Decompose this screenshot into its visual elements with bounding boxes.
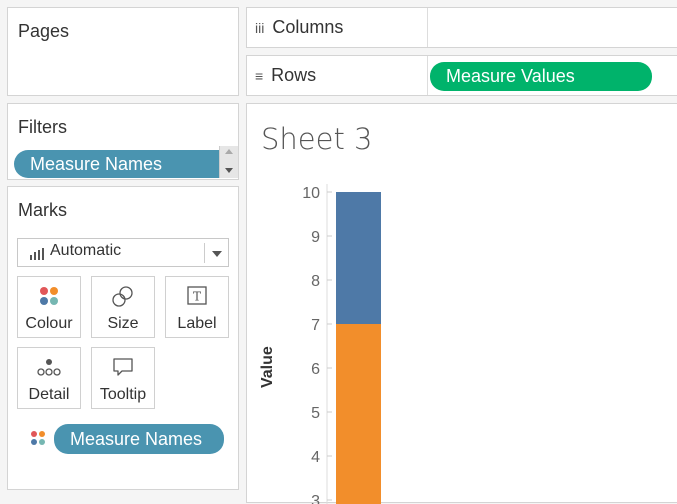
rows-label: Rows <box>271 65 317 85</box>
bar-chart-icon <box>30 248 44 260</box>
size-icon <box>112 286 133 307</box>
detail-icon <box>37 359 61 376</box>
chevron-down-icon[interactable] <box>212 251 222 257</box>
size-button[interactable]: Size <box>91 276 155 338</box>
bar-segment-1[interactable] <box>336 192 381 324</box>
tooltip-label: Tooltip <box>99 386 147 403</box>
pages-title: Pages <box>18 21 70 41</box>
y-tick-label: 4 <box>311 449 320 466</box>
y-tick-label: 10 <box>302 185 320 202</box>
rows-icon: ≡ <box>255 67 264 84</box>
colour-label: Colour <box>25 315 73 332</box>
pages-panel[interactable]: Pages <box>7 7 239 96</box>
marks-title: Marks <box>18 200 67 220</box>
y-tick-label: 6 <box>311 361 320 378</box>
bar-segment-0[interactable] <box>336 324 381 504</box>
mark-type-dropdown[interactable]: Automatic <box>17 238 229 267</box>
label-label: Label <box>177 315 217 332</box>
y-tick-label: 8 <box>311 273 320 290</box>
filter-scrollbar[interactable] <box>219 146 238 178</box>
detail-label: Detail <box>28 386 70 403</box>
label-button[interactable]: T Label <box>165 276 229 338</box>
sheet-canvas: Sheet 3 10 9 8 7 6 5 4 3 Value <box>246 103 677 504</box>
filters-title: Filters <box>18 117 67 137</box>
filters-panel[interactable]: Filters Measure Names <box>7 103 239 180</box>
colour-button[interactable]: Colour <box>17 276 81 338</box>
y-tick-label: 5 <box>311 405 320 422</box>
mark-type-value: Automatic <box>50 242 122 259</box>
y-tick-label: 9 <box>311 229 320 246</box>
y-axis-label: Value <box>259 346 276 388</box>
columns-label: Columns <box>272 17 344 37</box>
rows-divider <box>427 56 428 95</box>
svg-text:T: T <box>193 290 201 304</box>
columns-icon: iii <box>255 19 265 36</box>
label-icon: T <box>187 286 207 305</box>
y-tick-label: 3 <box>311 493 320 504</box>
columns-drop-area[interactable] <box>427 8 428 47</box>
size-label: Size <box>107 315 139 332</box>
scroll-up-icon[interactable] <box>225 149 233 154</box>
colour-icon <box>40 287 58 305</box>
chart: 10 9 8 7 6 5 4 3 <box>302 184 381 504</box>
rows-shelf[interactable]: ≡ Rows Measure Values <box>246 55 677 96</box>
colour-mark-icon <box>31 431 45 445</box>
columns-shelf[interactable]: iii Columns <box>246 7 677 48</box>
filter-pill-measure-names[interactable]: Measure Names <box>14 150 228 178</box>
detail-button[interactable]: Detail <box>17 347 81 409</box>
dropdown-divider <box>204 243 205 263</box>
marks-panel: Marks Automatic Colour Size T Label Deta… <box>7 186 239 490</box>
rows-pill-measure-values[interactable]: Measure Values <box>430 62 652 91</box>
tooltip-button[interactable]: Tooltip <box>91 347 155 409</box>
y-tick-label: 7 <box>311 317 320 334</box>
tooltip-icon <box>113 358 133 376</box>
scroll-down-icon[interactable] <box>225 168 233 173</box>
colour-pill-measure-names[interactable]: Measure Names <box>54 424 224 454</box>
